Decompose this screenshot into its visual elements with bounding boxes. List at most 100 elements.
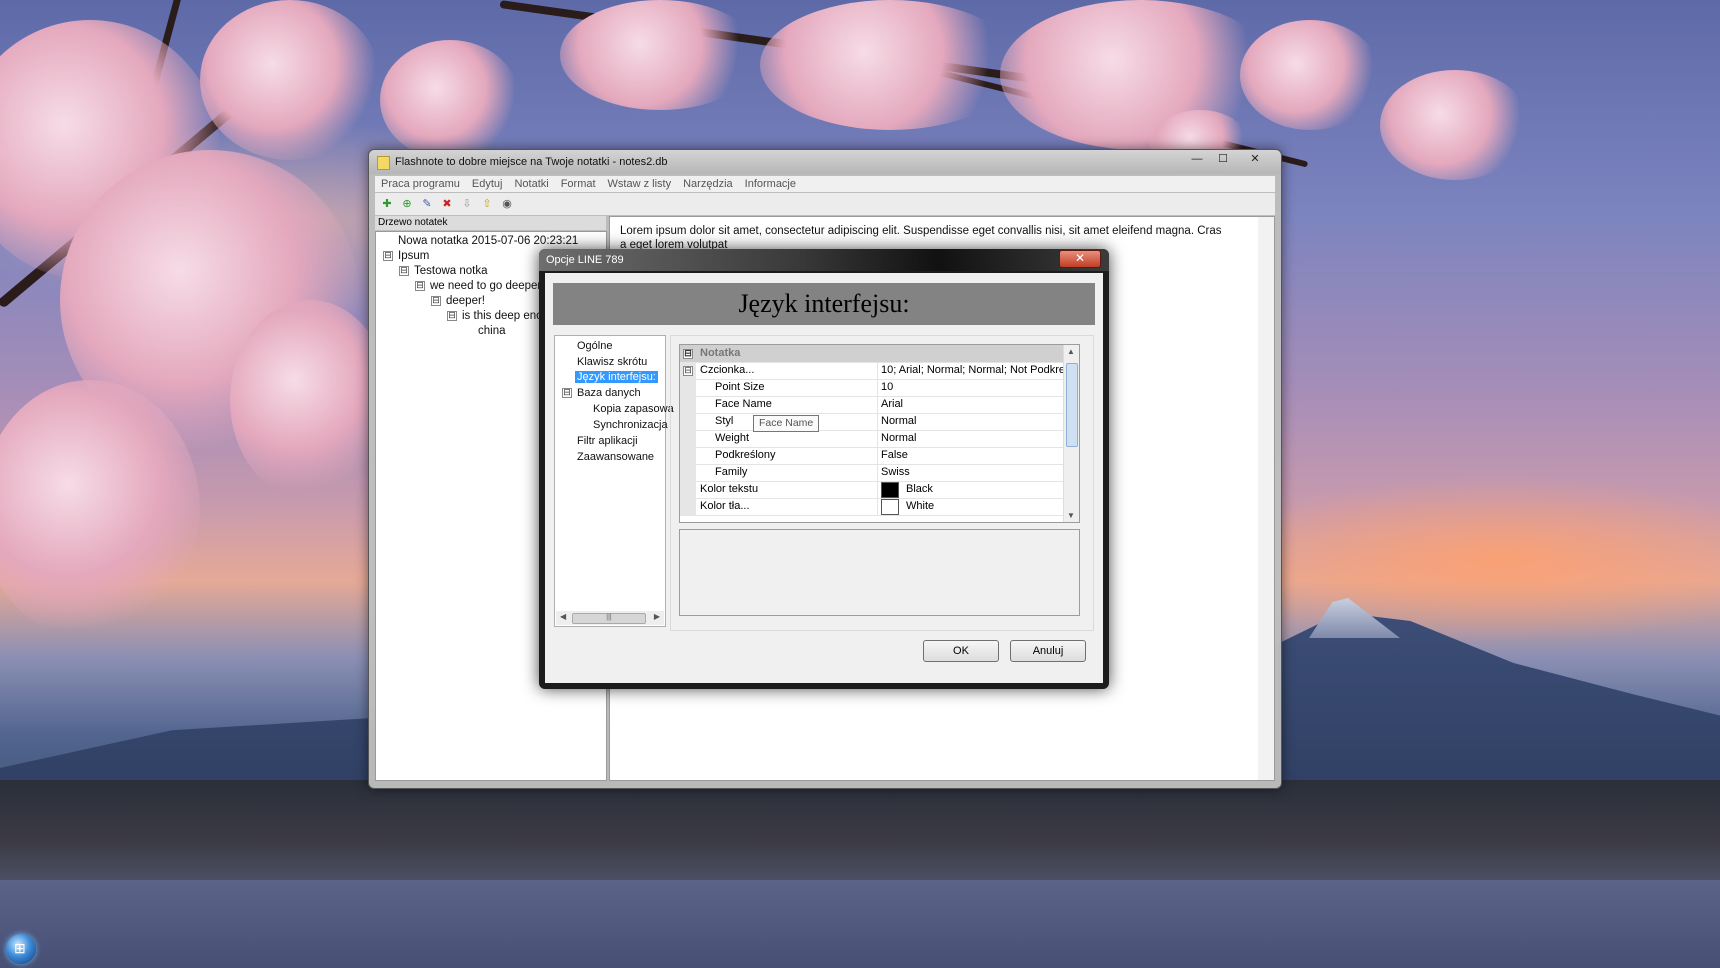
edit-note-icon[interactable]: ✎ <box>420 197 434 211</box>
text-color-swatch[interactable] <box>881 482 899 498</box>
nav-horizontal-scrollbar[interactable]: ◀ ||| ▶ <box>556 611 664 625</box>
nav-item-baza-danych[interactable]: Baza danych <box>577 387 641 399</box>
section-banner: Język interfejsu: <box>553 283 1095 325</box>
move-up-icon[interactable]: ⇧ <box>480 197 494 211</box>
property-value[interactable]: Swiss <box>881 466 910 478</box>
dialog-title: Opcje LINE 789 <box>546 254 624 266</box>
property-key: Face Name <box>715 398 772 410</box>
tree-collapse-icon[interactable]: ⊟ <box>383 251 393 261</box>
menu-edytuj[interactable]: Edytuj <box>466 176 509 192</box>
property-value[interactable]: Normal <box>881 432 916 444</box>
scrollbar-thumb[interactable] <box>1066 363 1078 447</box>
start-button[interactable]: ⊞ <box>6 934 36 964</box>
property-tooltip: Face Name <box>753 415 820 432</box>
nav-item-filtr-aplikacji[interactable]: Filtr aplikacji <box>577 435 638 447</box>
nav-item-ogolne[interactable]: Ogólne <box>577 340 612 352</box>
property-row[interactable]: Face Name Arial <box>680 396 1063 414</box>
dialog-body: Język interfejsu: Ogólne Klawisz skrótu … <box>545 273 1103 683</box>
menu-notatki[interactable]: Notatki <box>508 176 554 192</box>
scroll-right-icon[interactable]: ▶ <box>654 612 660 621</box>
tree-collapse-icon[interactable]: ⊟ <box>431 296 441 306</box>
property-row[interactable]: Family Swiss <box>680 464 1063 482</box>
dialog-titlebar[interactable]: Opcje LINE 789 ✕ <box>539 249 1109 271</box>
scroll-left-icon[interactable]: ◀ <box>560 612 566 621</box>
menu-format[interactable]: Format <box>555 176 602 192</box>
settings-panel: ⊟ Notatka ⊟ Czcionka... 10; Arial; Norma… <box>670 335 1094 631</box>
category-label: Notatka <box>700 347 741 359</box>
property-row[interactable]: Podkreślony False <box>680 447 1063 465</box>
tree-collapse-icon[interactable]: ⊟ <box>415 281 425 291</box>
menu-informacje[interactable]: Informacje <box>739 176 802 192</box>
property-key: Family <box>715 466 748 478</box>
property-key: Weight <box>715 432 750 444</box>
property-key: Point Size <box>715 381 765 393</box>
menu-praca-programu[interactable]: Praca programu <box>375 176 466 192</box>
close-button[interactable]: ✕ <box>1243 152 1267 167</box>
property-key: Podkreślony <box>715 449 776 461</box>
ok-button[interactable]: OK <box>923 640 999 662</box>
menu-narzedzia[interactable]: Narzędzia <box>677 176 739 192</box>
editor-line: Lorem ipsum dolor sit amet, consectetur … <box>620 225 1222 237</box>
property-row[interactable]: Weight Normal <box>680 430 1063 448</box>
tree-node-china[interactable]: china <box>478 325 506 337</box>
scroll-up-icon[interactable]: ▲ <box>1067 347 1075 356</box>
options-nav-tree: Ogólne Klawisz skrótu Język interfejsu: … <box>554 335 674 627</box>
property-grid-scrollbar[interactable]: ▲ ▼ <box>1063 345 1079 522</box>
property-description-box <box>679 529 1080 616</box>
maximize-button[interactable]: ☐ <box>1211 152 1235 167</box>
nav-item-synchronizacja[interactable]: Synchronizacja <box>593 419 668 431</box>
property-category[interactable]: ⊟ Notatka <box>680 345 1063 363</box>
windows-logo-icon: ⊞ <box>14 940 26 956</box>
category-collapse-icon[interactable]: ⊟ <box>683 349 693 359</box>
nav-item-kopia-zapasowa[interactable]: Kopia zapasowa <box>593 403 674 415</box>
delete-note-icon[interactable]: ✖ <box>440 197 454 211</box>
property-grid: ⊟ Notatka ⊟ Czcionka... 10; Arial; Norma… <box>679 344 1080 523</box>
nav-item-klawisz-skrotu[interactable]: Klawisz skrótu <box>577 356 647 368</box>
move-down-icon[interactable]: ⇩ <box>460 197 474 211</box>
property-row[interactable]: Kolor tła... White <box>680 498 1063 516</box>
globe-icon[interactable]: ◉ <box>500 197 514 211</box>
property-row[interactable]: Kolor tekstu Black <box>680 481 1063 499</box>
tree-node-nowa-notatka[interactable]: Nowa notatka 2015-07-06 20:23:21 <box>398 235 578 247</box>
property-value[interactable]: Arial <box>881 398 903 410</box>
tree-node-deeper[interactable]: deeper! <box>446 295 485 307</box>
nav-item-zaawansowane[interactable]: Zaawansowane <box>577 451 654 463</box>
main-window-titlebar[interactable]: Flashnote to dobre miejsce na Twoje nota… <box>369 150 1281 174</box>
editor-scrollbar[interactable] <box>1258 217 1274 780</box>
tree-node-we-need-to-go-deeper[interactable]: we need to go deeper <box>430 280 541 292</box>
nav-item-jezyk-interfejsu[interactable]: Język interfejsu: <box>575 371 658 383</box>
property-row[interactable]: ⊟ Czcionka... 10; Arial; Normal; Normal;… <box>680 362 1079 380</box>
property-value[interactable]: False <box>881 449 908 461</box>
property-row[interactable]: Point Size 10 <box>680 379 1063 397</box>
new-subnote-icon[interactable]: ⊕ <box>400 197 414 211</box>
property-row[interactable]: Styl Normal <box>680 413 1063 431</box>
menu-wstaw-z-listy[interactable]: Wstaw z listy <box>602 176 678 192</box>
cancel-button[interactable]: Anuluj <box>1010 640 1086 662</box>
minimize-button[interactable]: — <box>1185 152 1209 167</box>
property-key: Kolor tekstu <box>700 483 759 495</box>
toolbar: ✚ ⊕ ✎ ✖ ⇩ ⇧ ◉ <box>375 193 1275 215</box>
app-note-icon <box>377 156 390 170</box>
tree-collapse-icon[interactable]: ⊟ <box>447 311 457 321</box>
wallpaper-town <box>0 780 1720 880</box>
nav-collapse-icon[interactable]: ⊟ <box>562 388 572 398</box>
property-key: Kolor tła... <box>700 500 750 512</box>
background-color-swatch[interactable] <box>881 499 899 515</box>
new-note-icon[interactable]: ✚ <box>380 197 394 211</box>
property-value[interactable]: 10; Arial; Normal; Normal; Not Podkreślo… <box>881 364 1079 376</box>
scroll-down-icon[interactable]: ▼ <box>1067 511 1075 520</box>
scrollbar-thumb[interactable]: ||| <box>572 613 646 624</box>
tree-node-testowa-notka[interactable]: Testowa notka <box>414 265 488 277</box>
tree-collapse-icon[interactable]: ⊟ <box>399 266 409 276</box>
wallpaper-lake <box>0 880 1720 968</box>
dialog-close-button[interactable]: ✕ <box>1059 250 1101 268</box>
tree-header: Drzewo notatek <box>375 216 606 230</box>
property-value[interactable]: 10 <box>881 381 893 393</box>
property-value[interactable]: Black <box>906 483 933 495</box>
tree-node-ipsum[interactable]: Ipsum <box>398 250 429 262</box>
row-collapse-icon[interactable]: ⊟ <box>683 366 693 376</box>
property-value[interactable]: Normal <box>881 415 916 427</box>
property-value[interactable]: White <box>906 500 934 512</box>
menu-bar: Praca programu Edytuj Notatki Format Wst… <box>375 176 1275 192</box>
options-dialog: Opcje LINE 789 ✕ Język interfejsu: Ogóln… <box>539 249 1109 689</box>
